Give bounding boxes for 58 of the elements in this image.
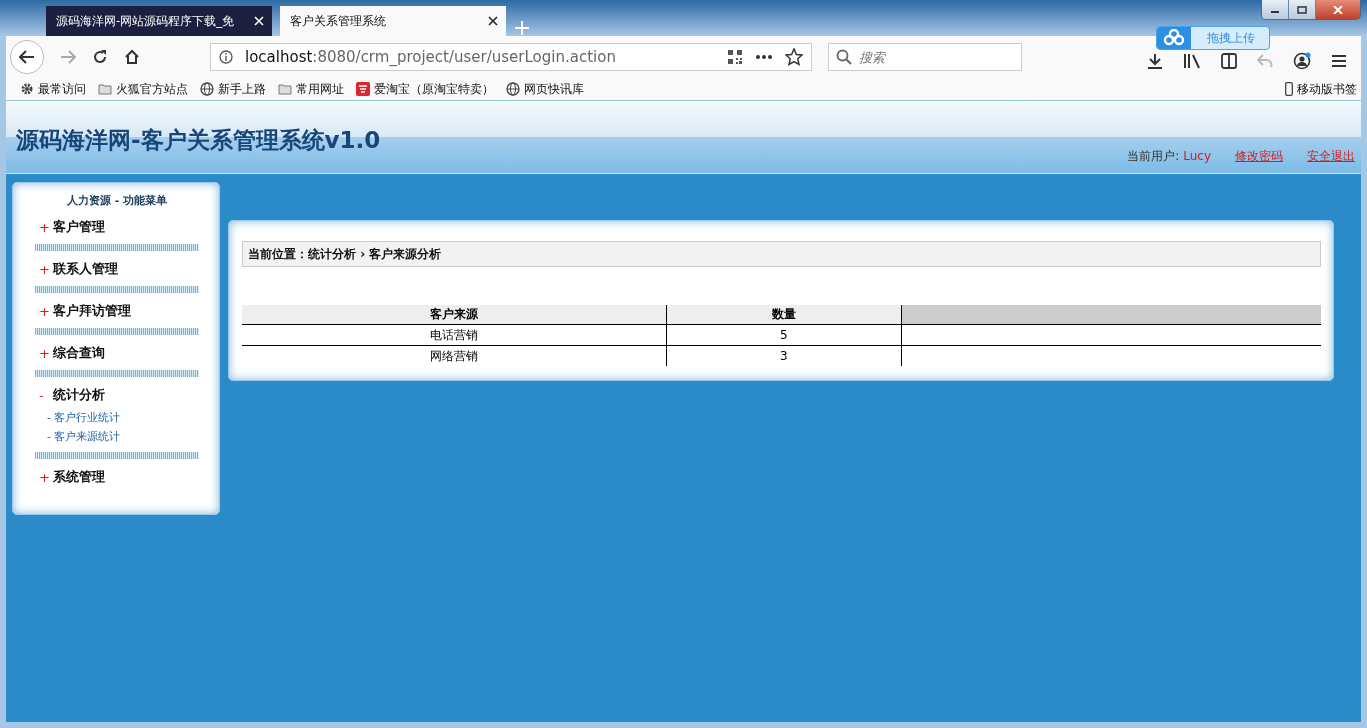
maximize-icon xyxy=(1297,5,1307,14)
folder-icon xyxy=(98,82,112,96)
new-tab-icon[interactable] xyxy=(514,20,530,36)
qr-code-icon[interactable] xyxy=(727,49,743,65)
info-icon xyxy=(219,50,233,64)
bookmark-item[interactable]: 移动版书签 xyxy=(1285,80,1361,98)
shop-logo-icon xyxy=(356,82,370,96)
column-header: 数量 xyxy=(666,305,902,325)
table-cell: 电话营销 xyxy=(242,324,667,346)
back-arrow-icon xyxy=(19,50,35,64)
menu-item[interactable]: + 联系人管理 xyxy=(35,258,199,280)
library-icon[interactable] xyxy=(1183,53,1201,69)
download-icon[interactable] xyxy=(1147,53,1163,69)
menu-item[interactable]: + 客户管理 xyxy=(35,216,199,238)
close-icon xyxy=(1333,5,1343,14)
menu-item[interactable]: + 系统管理 xyxy=(35,466,199,488)
bookmark-item[interactable]: 爱淘宝（原淘宝特卖） xyxy=(356,80,494,98)
bookmark-item[interactable]: 新手上路 xyxy=(200,80,266,98)
url-text: localhost:8080/crm_project/user/userLogin.action xyxy=(245,48,617,66)
address-bar[interactable]: localhost:8080/crm_project/user/userLogin.action xyxy=(210,43,812,71)
account-icon[interactable] xyxy=(1293,52,1311,70)
menu-title: 人力资源 - 功能菜单 xyxy=(65,193,169,208)
globe-icon xyxy=(200,82,214,96)
star-icon[interactable] xyxy=(785,48,803,66)
minimize-button[interactable] xyxy=(1262,0,1289,19)
globe-icon xyxy=(506,82,520,96)
search-icon xyxy=(836,49,852,65)
submenu-link[interactable]: - 客户行业统计 xyxy=(35,408,199,427)
app-title: 源码海洋网-客户关系管理系统v1.0 xyxy=(16,126,381,155)
menu-item[interactable]: + 客户拜访管理 xyxy=(35,300,199,322)
close-window-button[interactable] xyxy=(1316,0,1360,19)
menu-icon[interactable] xyxy=(1331,54,1347,68)
current-user: 当前用户: Lucy xyxy=(1127,148,1211,165)
reload-icon[interactable] xyxy=(92,49,108,65)
submenu-link[interactable]: - 客户来源统计 xyxy=(35,427,199,446)
browser-tab[interactable]: 客户关系管理系统 xyxy=(280,6,506,36)
browser-tab[interactable]: 源码海洋网-网站源码程序下载_免 xyxy=(46,6,272,36)
gear-icon xyxy=(20,82,34,96)
menu-item[interactable]: - 统计分析 xyxy=(35,384,199,406)
maximize-button[interactable] xyxy=(1289,0,1316,19)
phone-icon xyxy=(1285,82,1293,96)
bookmark-item[interactable]: 最常访问 xyxy=(20,80,86,98)
home-icon[interactable] xyxy=(124,49,140,65)
column-header: 客户来源 xyxy=(242,305,667,325)
back-button[interactable] xyxy=(10,40,44,74)
menu-item[interactable]: + 综合查询 xyxy=(35,342,199,364)
more-icon[interactable] xyxy=(755,55,773,59)
search-field[interactable]: 搜索 xyxy=(828,43,1022,71)
table-cell: 网络营销 xyxy=(242,345,667,366)
bookmark-item[interactable]: 常用网址 xyxy=(278,80,344,98)
bookmark-item[interactable]: 网页快讯库 xyxy=(506,80,584,98)
close-icon[interactable] xyxy=(488,16,498,26)
table-cell: 5 xyxy=(666,324,902,346)
bookmark-item[interactable]: 火狐官方站点 xyxy=(98,80,188,98)
folder-icon xyxy=(278,82,292,96)
table-cell: 3 xyxy=(666,345,902,366)
breadcrumb: 当前位置：统计分析 › 客户来源分析 xyxy=(248,245,442,263)
sidebar-icon[interactable] xyxy=(1221,53,1237,69)
